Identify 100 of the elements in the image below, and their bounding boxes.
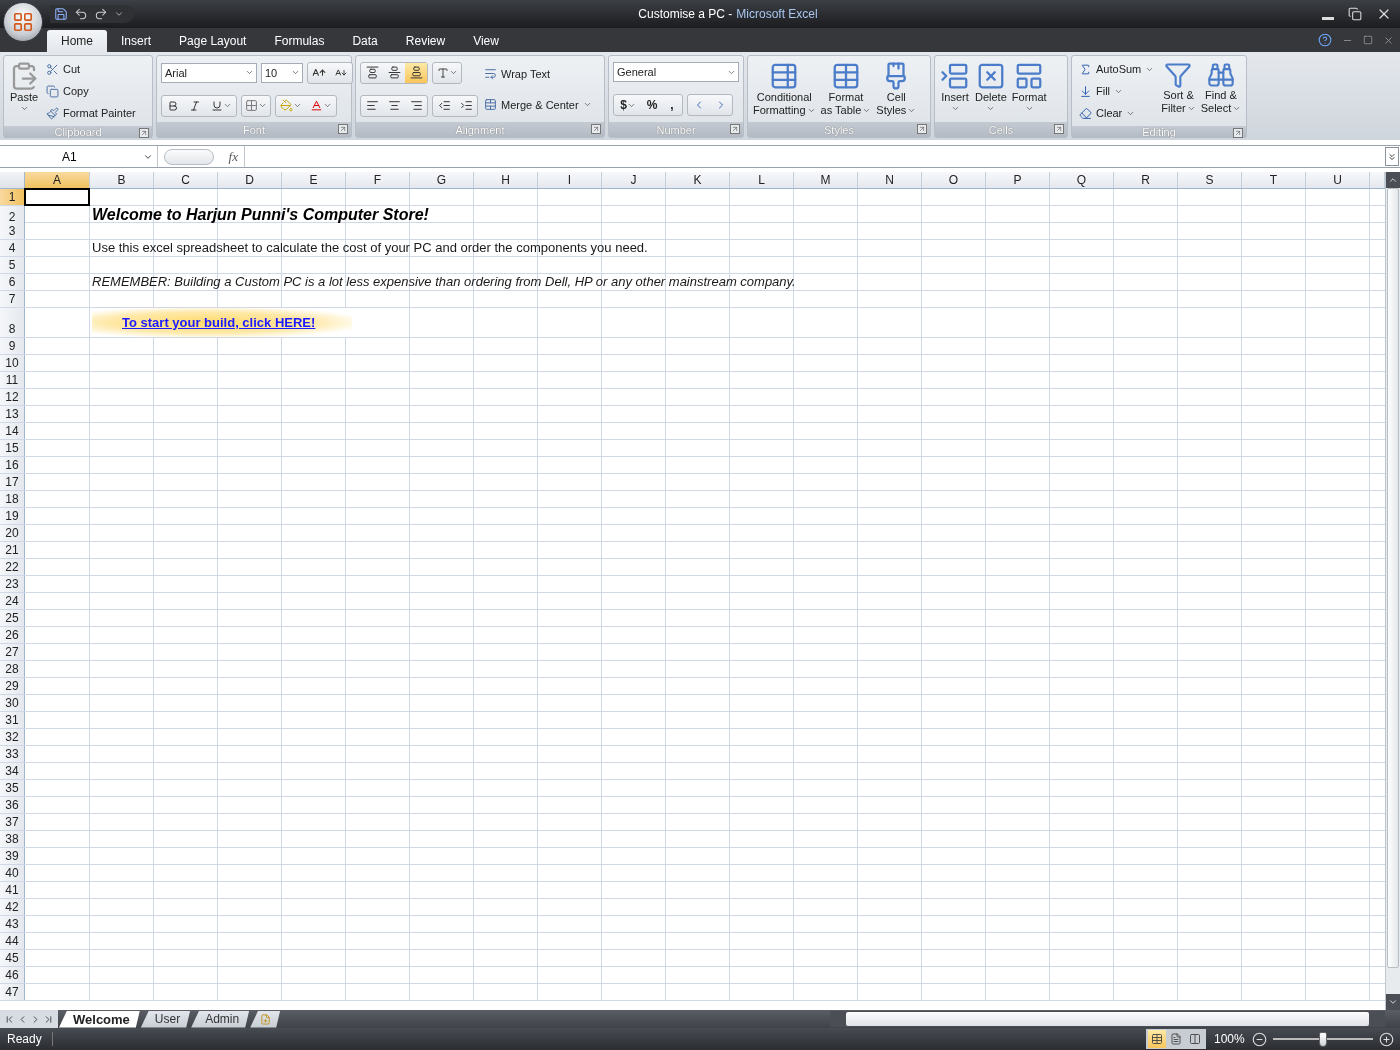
dialog-launcher[interactable] [730, 124, 740, 134]
row-header[interactable]: 31 [0, 712, 25, 728]
dialog-launcher[interactable] [591, 124, 601, 134]
column-header[interactable]: D [218, 172, 282, 188]
row-header[interactable]: 26 [0, 627, 25, 643]
row-header[interactable]: 36 [0, 797, 25, 813]
row-header[interactable]: 34 [0, 763, 25, 779]
row-header[interactable]: 40 [0, 865, 25, 881]
vertical-align-button[interactable] [405, 62, 427, 83]
row-header[interactable]: 28 [0, 661, 25, 677]
row-header[interactable]: 39 [0, 848, 25, 864]
styles-button[interactable]: Conditional Formatting [752, 59, 817, 119]
minimize-icon[interactable] [1322, 16, 1334, 20]
dialog-launcher[interactable] [1054, 124, 1064, 134]
column-header[interactable]: J [602, 172, 666, 188]
row-header[interactable]: 13 [0, 406, 25, 422]
active-cell[interactable] [24, 188, 90, 206]
horizontal-scroll-thumb[interactable] [846, 1012, 1369, 1026]
column-header[interactable]: U [1306, 172, 1370, 188]
styles-button[interactable]: Format as Table [819, 59, 873, 119]
ribbon-tab[interactable]: Insert [107, 30, 166, 52]
zoom-slider-thumb[interactable] [1319, 1031, 1327, 1047]
clipboard-button[interactable]: Format Painter [43, 103, 139, 123]
row-header[interactable]: 35 [0, 780, 25, 796]
column-header[interactable]: R [1114, 172, 1178, 188]
row-header[interactable]: 45 [0, 950, 25, 966]
clipboard-button[interactable]: Cut [43, 59, 139, 79]
column-header[interactable]: N [858, 172, 922, 188]
sheet-tab[interactable]: Welcome [59, 1010, 140, 1028]
horizontal-scrollbar[interactable] [830, 1011, 1385, 1027]
number-format-button[interactable]: % [642, 95, 662, 115]
dialog-launcher[interactable] [1233, 128, 1243, 138]
row-header[interactable]: 8 [0, 308, 25, 337]
row-header[interactable]: 16 [0, 457, 25, 473]
scroll-down-button[interactable] [1386, 994, 1400, 1010]
column-header[interactable]: L [730, 172, 794, 188]
dialog-launcher[interactable] [139, 128, 149, 138]
row-header[interactable]: 25 [0, 610, 25, 626]
cells-button[interactable]: Insert [939, 59, 971, 119]
sheet-tab[interactable]: Admin [191, 1010, 250, 1028]
row-header[interactable]: 19 [0, 508, 25, 524]
column-header[interactable]: Q [1050, 172, 1114, 188]
number-format-button[interactable]: , [662, 95, 682, 115]
expand-formula-button[interactable] [1385, 147, 1399, 166]
editing-button[interactable]: Clear [1076, 103, 1158, 123]
row-header[interactable]: 33 [0, 746, 25, 762]
styles-button[interactable]: Cell Styles [875, 59, 918, 119]
row-header[interactable]: 14 [0, 423, 25, 439]
row-header[interactable]: 5 [0, 257, 25, 273]
editing-button[interactable]: AutoSum [1076, 59, 1158, 79]
row-header[interactable]: 37 [0, 814, 25, 830]
font-size-field[interactable]: 10 [261, 62, 303, 83]
row-header[interactable]: 27 [0, 644, 25, 660]
row-header[interactable]: 3 [0, 223, 25, 239]
cells-button[interactable]: Format [1010, 59, 1048, 119]
borders-button[interactable] [241, 94, 271, 117]
column-header[interactable]: P [986, 172, 1050, 188]
row-header[interactable]: 29 [0, 678, 25, 694]
editing-button[interactable]: Fill [1076, 81, 1158, 101]
wrap-text-button[interactable]: Wrap Text [481, 63, 595, 84]
ribbon-tab[interactable]: Review [391, 30, 460, 52]
column-header[interactable]: E [282, 172, 346, 188]
row-header[interactable]: 15 [0, 440, 25, 456]
ribbon-tab[interactable]: Data [338, 30, 392, 52]
orientation-button[interactable] [432, 61, 462, 84]
column-header[interactable]: B [90, 172, 154, 188]
vertical-scroll-thumb[interactable] [1387, 188, 1399, 968]
row-header[interactable]: 4 [0, 240, 25, 256]
row-header[interactable]: 38 [0, 831, 25, 847]
column-header[interactable]: O [922, 172, 986, 188]
column-header[interactable]: G [410, 172, 474, 188]
ribbon-tab[interactable]: View [459, 30, 513, 52]
row-header[interactable]: 9 [0, 338, 25, 354]
editing-button[interactable]: Sort & Filter [1160, 59, 1197, 123]
column-header[interactable]: T [1242, 172, 1306, 188]
row-header[interactable]: 44 [0, 933, 25, 949]
row-header[interactable]: 23 [0, 576, 25, 592]
row-header[interactable]: 46 [0, 967, 25, 983]
row-header[interactable]: 1 [0, 189, 25, 205]
name-box[interactable]: A1 [0, 146, 158, 167]
column-header[interactable]: H [474, 172, 538, 188]
row-header[interactable]: 47 [0, 984, 25, 1000]
row-header[interactable]: 11 [0, 372, 25, 388]
ribbon-tab[interactable]: Formulas [260, 30, 339, 52]
dialog-launcher[interactable] [338, 124, 348, 134]
row-header[interactable]: 10 [0, 355, 25, 371]
insert-function-button[interactable]: fx [228, 148, 238, 165]
sheet-tab[interactable]: User [140, 1010, 191, 1028]
column-header[interactable]: F [346, 172, 410, 188]
row-header[interactable]: 22 [0, 559, 25, 575]
row-header[interactable]: 30 [0, 695, 25, 711]
font-name-field[interactable]: Arial [161, 62, 257, 83]
column-header[interactable]: M [794, 172, 858, 188]
start-build-link[interactable]: To start your build, click HERE! [122, 315, 316, 330]
row-header[interactable]: 42 [0, 899, 25, 915]
row-header[interactable]: 21 [0, 542, 25, 558]
merge-center-button[interactable]: Merge & Center [481, 94, 595, 115]
number-format-button[interactable]: $ [614, 95, 642, 115]
ribbon-tab[interactable]: Page Layout [165, 30, 261, 52]
column-header[interactable]: C [154, 172, 218, 188]
